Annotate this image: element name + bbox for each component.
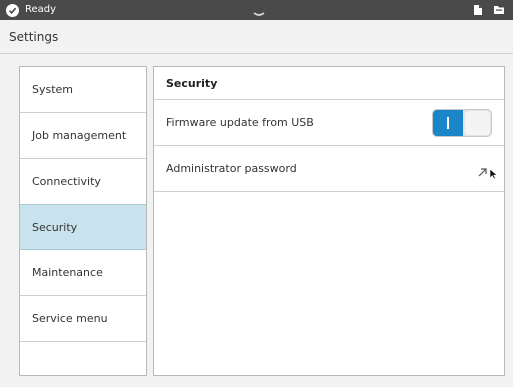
panel-title: Security (166, 77, 218, 90)
firmware-update-label: Firmware update from USB (166, 116, 314, 129)
status-indicator: Ready (6, 3, 56, 17)
sidebar-item-connectivity[interactable]: Connectivity (20, 159, 146, 205)
pull-down-handle-icon[interactable] (252, 4, 266, 16)
sidebar-item-security[interactable]: Security (20, 204, 146, 250)
sidebar-item-job-management[interactable]: Job management (20, 113, 146, 159)
sidebar-item-label: Connectivity (32, 175, 101, 188)
sidebar-item-maintenance[interactable]: Maintenance (20, 250, 146, 296)
sidebar-item-label: Service menu (32, 312, 108, 325)
sidebar-item-service-menu[interactable]: Service menu (20, 296, 146, 342)
title-bar: Settings (0, 20, 513, 54)
firmware-update-row[interactable]: Firmware update from USB (154, 100, 504, 146)
firmware-update-toggle[interactable] (432, 109, 492, 137)
toggle-on-fill (433, 110, 463, 136)
external-link-icon[interactable] (477, 163, 488, 182)
panel-header: Security (154, 67, 504, 100)
toggle-knob[interactable] (465, 111, 490, 135)
page-title: Settings (9, 30, 59, 44)
security-panel: Security Firmware update from USB Admini… (153, 66, 505, 376)
settings-sidebar: System Job management Connectivity Secur… (19, 66, 147, 376)
toggle-on-mark (447, 117, 449, 129)
sidebar-item-label: Security (32, 220, 78, 234)
check-circle-icon (6, 3, 19, 17)
folder-icon[interactable] (493, 4, 505, 16)
administrator-password-label: Administrator password (166, 162, 297, 175)
administrator-password-row[interactable]: Administrator password (154, 146, 504, 192)
status-text: Ready (25, 4, 57, 15)
pointer-cursor-icon (489, 165, 498, 184)
status-bar: Ready (0, 0, 513, 20)
sidebar-item-label: Job management (32, 129, 127, 142)
document-icon[interactable] (473, 4, 483, 16)
sidebar-item-label: System (32, 83, 74, 96)
sidebar-item-label: Maintenance (32, 266, 103, 279)
sidebar-item-system[interactable]: System (20, 67, 146, 113)
